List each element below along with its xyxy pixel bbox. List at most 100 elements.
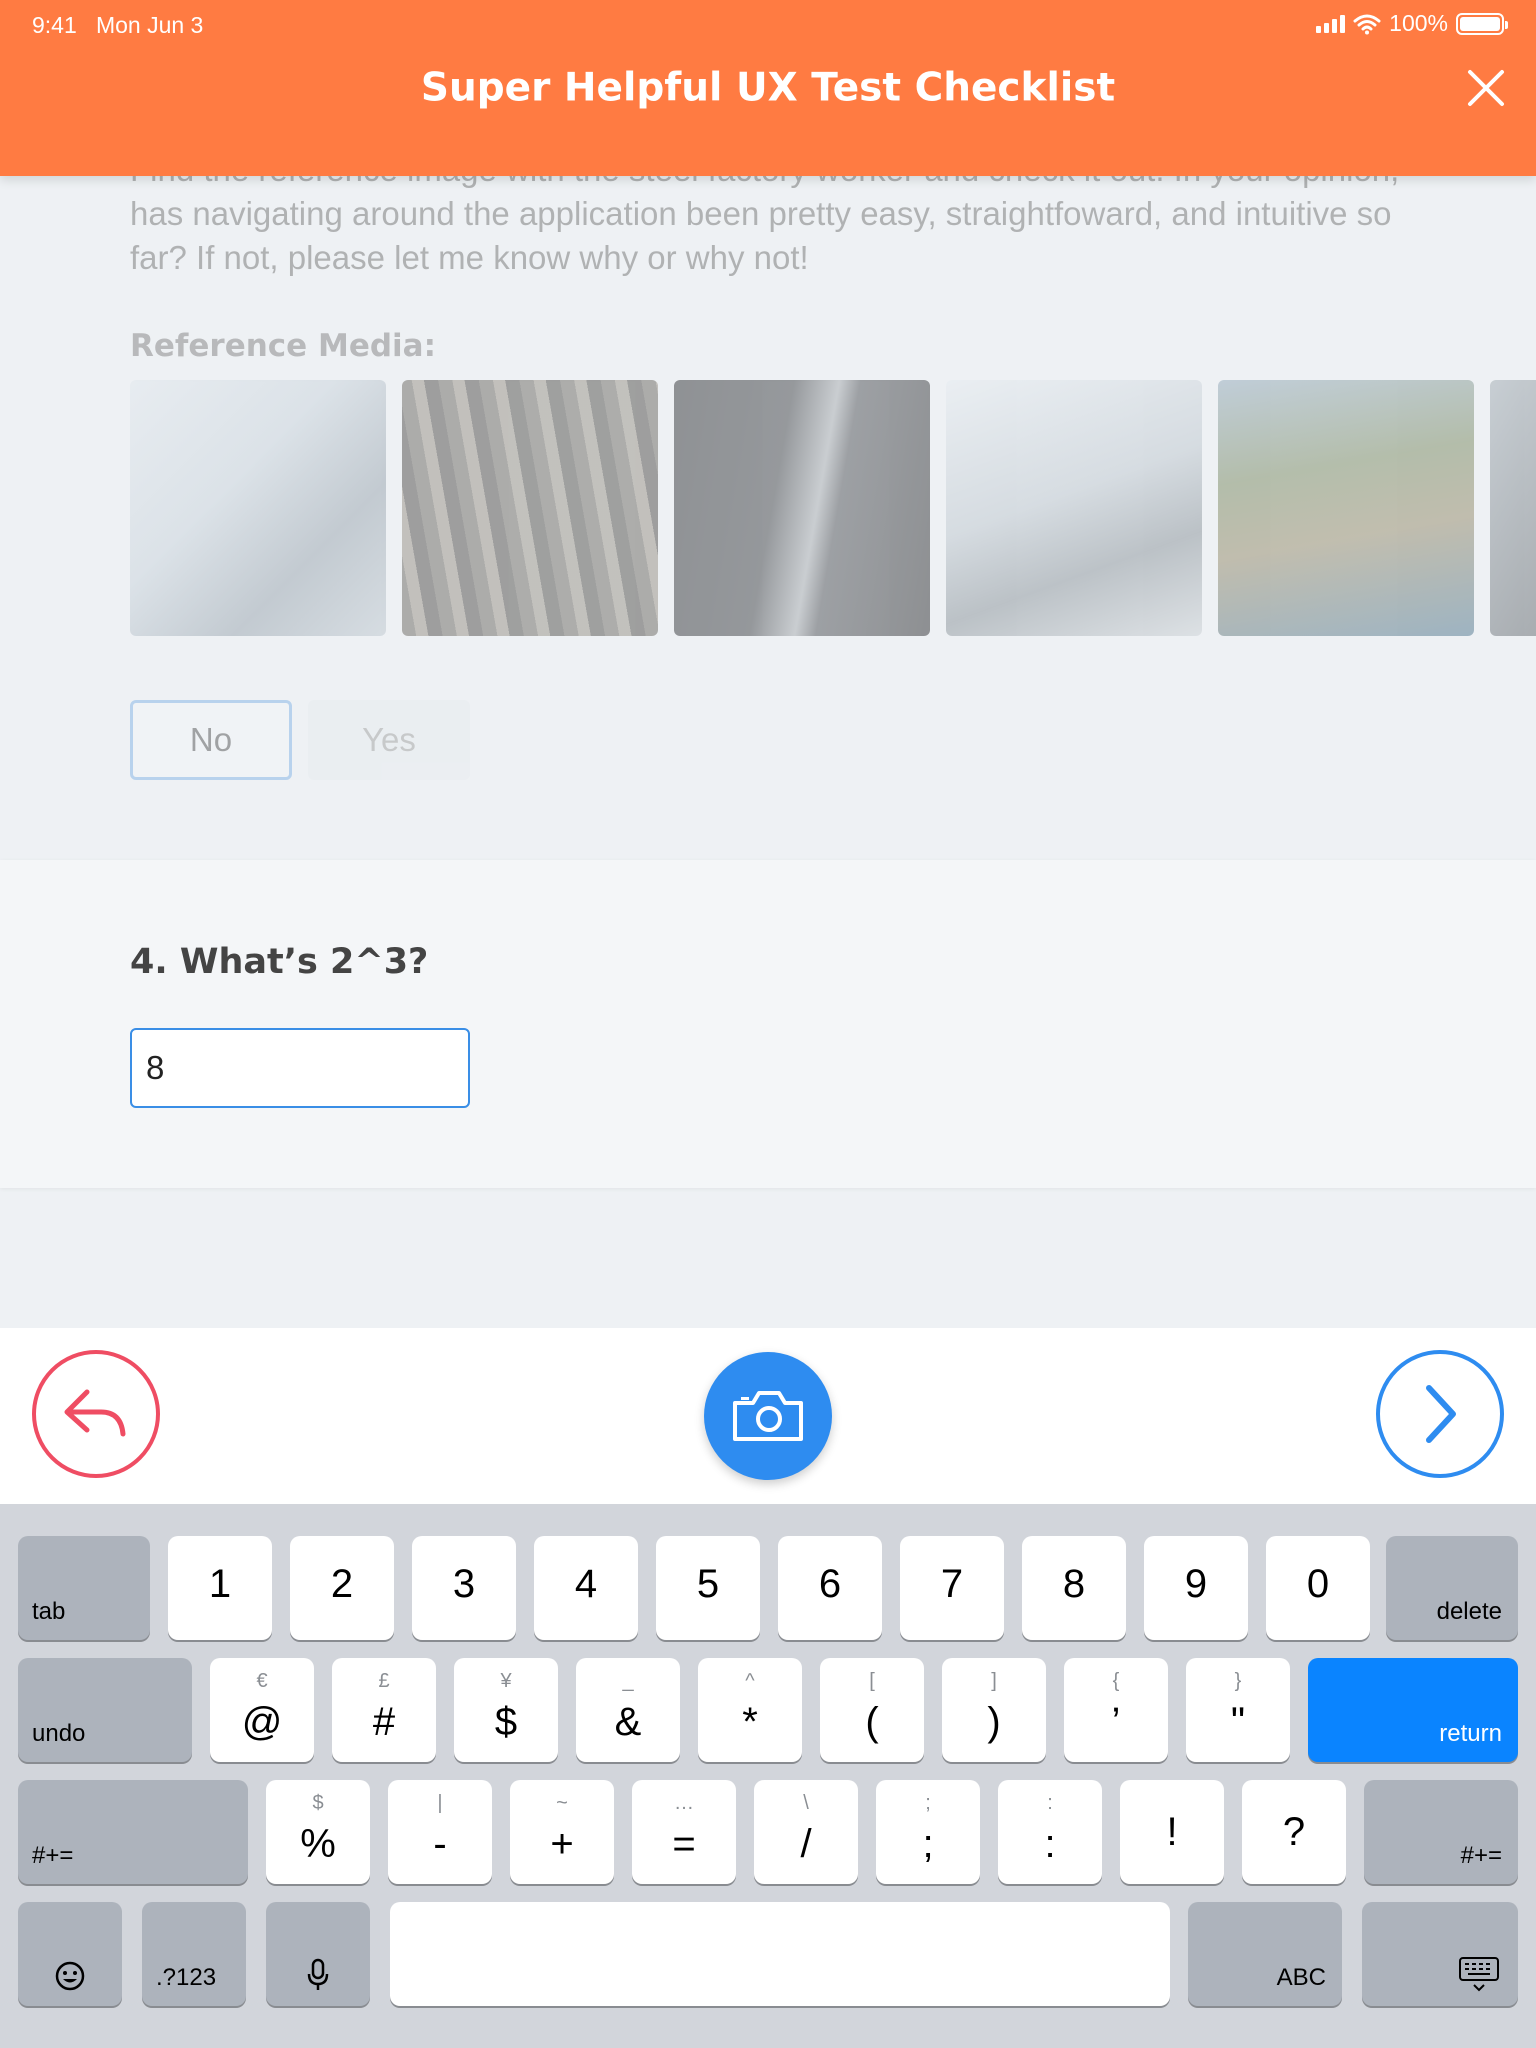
previous-question: Find the reference image with the steel … — [0, 151, 1536, 860]
on-screen-keyboard: tab 1 2 3 4 5 6 7 8 9 0 delete undo € @ £… — [0, 1504, 1536, 2048]
key-plus[interactable]: ~ + — [510, 1780, 614, 1884]
key-6-label: 6 — [818, 1562, 842, 1606]
yes-button[interactable]: Yes — [308, 700, 470, 780]
key-6[interactable]: 6 — [778, 1536, 882, 1640]
key-1[interactable]: 1 — [168, 1536, 272, 1640]
key-exclamation[interactable]: ! — [1120, 1780, 1224, 1884]
key-9-label: 9 — [1184, 1562, 1208, 1606]
key-equals[interactable]: … = — [632, 1780, 736, 1884]
key-8[interactable]: 8 — [1022, 1536, 1126, 1640]
emoji-icon — [18, 1902, 122, 2006]
key-close-paren-label: ) — [987, 1700, 1001, 1744]
next-button[interactable] — [1376, 1350, 1504, 1478]
key-close-paren[interactable]: ]) — [942, 1658, 1046, 1762]
close-icon — [1468, 70, 1504, 106]
key-at-alt: € — [256, 1670, 268, 1692]
reference-media-gallery — [130, 380, 1536, 636]
key-2-label: 2 — [330, 1562, 354, 1606]
key-undo[interactable]: undo — [18, 1658, 192, 1762]
key-semicolon-alt: ; — [925, 1792, 931, 1814]
key-at[interactable]: € @ — [210, 1658, 314, 1762]
reference-image-city-aerial[interactable] — [402, 380, 658, 636]
key-semicolon[interactable]: ;; — [876, 1780, 980, 1884]
reply-icon — [64, 1389, 126, 1437]
key-symbols-right-label: #+= — [1460, 1842, 1502, 1869]
key-minus-alt: | — [437, 1792, 443, 1814]
key-question-label: ? — [1282, 1810, 1306, 1854]
battery-icon — [1456, 12, 1508, 35]
key-abc-label: ABC — [1276, 1964, 1326, 1991]
key-percent-label: % — [300, 1822, 336, 1866]
reference-media-label: Reference Media: — [130, 328, 436, 364]
status-bar: 9:41 Mon Jun 3 100% — [0, 0, 1536, 48]
key-3[interactable]: 3 — [412, 1536, 516, 1640]
key-abc[interactable]: ABC — [1188, 1902, 1342, 2006]
key-dollar-label: $ — [494, 1700, 518, 1744]
key-8-label: 8 — [1062, 1562, 1086, 1606]
key-hash[interactable]: £ # — [332, 1658, 436, 1762]
key-minus[interactable]: | - — [388, 1780, 492, 1884]
key-apostrophe-label: ’ — [1111, 1700, 1121, 1744]
reference-image-office-worker[interactable] — [130, 380, 386, 636]
reference-image-skyscraper[interactable] — [674, 380, 930, 636]
key-asterisk-label: * — [742, 1700, 758, 1744]
key-microphone[interactable] — [266, 1902, 370, 2006]
app-header: 9:41 Mon Jun 3 100% Super Helpful UX Tes… — [0, 0, 1536, 176]
answer-input[interactable] — [130, 1028, 470, 1108]
key-dismiss-keyboard[interactable] — [1362, 1902, 1518, 2006]
key-asterisk[interactable]: ^ * — [698, 1658, 802, 1762]
key-7-label: 7 — [940, 1562, 964, 1606]
key-slash[interactable]: \ / — [754, 1780, 858, 1884]
key-dollar[interactable]: ¥ $ — [454, 1658, 558, 1762]
key-equals-alt: … — [674, 1792, 694, 1814]
key-quote[interactable]: } " — [1186, 1658, 1290, 1762]
key-symbols-right[interactable]: #+= — [1364, 1780, 1518, 1884]
no-button[interactable]: No — [130, 700, 292, 780]
key-delete-label: delete — [1436, 1598, 1502, 1625]
key-colon-alt: : — [1047, 1792, 1053, 1814]
key-numbers[interactable]: .?123 — [142, 1902, 246, 2006]
key-undo-label: undo — [32, 1720, 86, 1747]
key-symbols-left[interactable]: #+= — [18, 1780, 248, 1884]
microphone-icon — [266, 1902, 370, 2006]
key-5[interactable]: 5 — [656, 1536, 760, 1640]
key-7[interactable]: 7 — [900, 1536, 1004, 1640]
close-button[interactable] — [1462, 64, 1510, 112]
key-2[interactable]: 2 — [290, 1536, 394, 1640]
key-at-label: @ — [241, 1700, 283, 1744]
key-quote-label: " — [1230, 1700, 1246, 1744]
reference-image-laptop-typing[interactable] — [946, 380, 1202, 636]
key-return[interactable]: return — [1308, 1658, 1518, 1762]
status-right: 100% — [1316, 10, 1508, 37]
reference-image-mountains[interactable] — [1218, 380, 1474, 636]
key-tab[interactable]: tab — [18, 1536, 150, 1640]
key-space[interactable] — [390, 1902, 1170, 2006]
key-question[interactable]: ? — [1242, 1780, 1346, 1884]
key-colon[interactable]: :: — [998, 1780, 1102, 1884]
key-0[interactable]: 0 — [1266, 1536, 1370, 1640]
chevron-right-icon — [1426, 1385, 1456, 1443]
key-4[interactable]: 4 — [534, 1536, 638, 1640]
status-time: 9:41 — [32, 12, 77, 38]
key-exclamation-label: ! — [1166, 1810, 1178, 1854]
key-slash-alt: \ — [803, 1792, 809, 1814]
page-title: Super Helpful UX Test Checklist — [420, 65, 1116, 111]
key-ampersand[interactable]: _ & — [576, 1658, 680, 1762]
key-9[interactable]: 9 — [1144, 1536, 1248, 1640]
key-emoji[interactable] — [18, 1902, 122, 2006]
key-4-label: 4 — [574, 1562, 598, 1606]
question-title: 4. What’s 2^3? — [130, 942, 429, 982]
status-time-date: 9:41 Mon Jun 3 — [32, 12, 203, 39]
key-open-paren-label: ( — [865, 1700, 879, 1744]
key-open-paren[interactable]: [( — [820, 1658, 924, 1762]
battery-percent: 100% — [1389, 10, 1448, 36]
key-hash-label: # — [372, 1700, 396, 1744]
key-delete[interactable]: delete — [1386, 1536, 1518, 1640]
key-apostrophe[interactable]: {’ — [1064, 1658, 1168, 1762]
camera-button[interactable] — [704, 1352, 832, 1480]
back-button[interactable] — [32, 1350, 160, 1478]
action-bar — [0, 1328, 1536, 1504]
reference-image-partial[interactable] — [1490, 380, 1536, 636]
key-percent[interactable]: $% — [266, 1780, 370, 1884]
key-1-label: 1 — [208, 1562, 232, 1606]
